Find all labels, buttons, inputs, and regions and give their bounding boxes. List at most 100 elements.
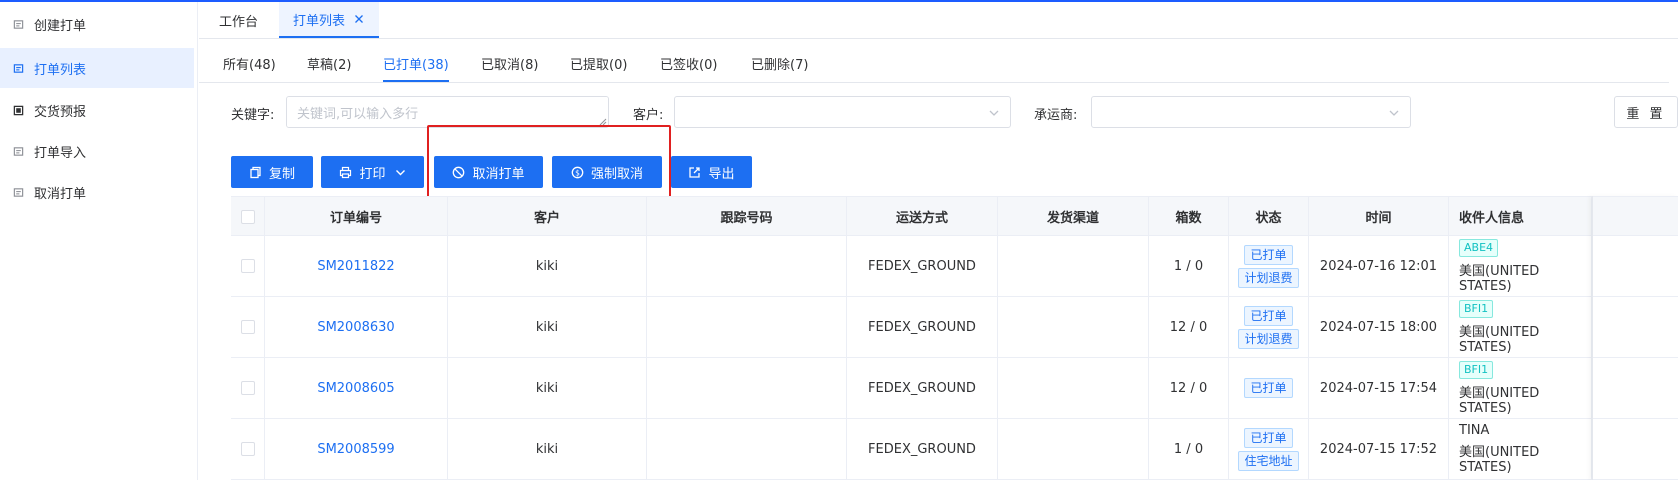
status-badge: 住宅地址 — [1238, 450, 1299, 471]
recipient-cell: ABE4 美国(UNITED STATES) — [1449, 236, 1592, 296]
document-icon — [12, 62, 24, 74]
carrier-label: 承运商: — [1034, 108, 1078, 123]
status-badge: 已打单 — [1244, 244, 1293, 265]
tab-label: 打单列表 — [293, 13, 346, 29]
tab-cancelled[interactable]: 已取消(8) — [481, 54, 538, 82]
recipient-country: 美国(UNITED STATES) — [1459, 445, 1540, 475]
column-header: 运送方式 — [847, 197, 998, 236]
column-header: 状态 — [1229, 197, 1309, 236]
boxes-cell: 1 / 0 — [1149, 419, 1229, 479]
order-number-link[interactable]: SM2008630 — [317, 320, 394, 335]
tracking-cell — [647, 297, 847, 357]
dollar-circle-icon: $ — [571, 166, 584, 178]
print-button[interactable]: 打印 — [321, 156, 424, 188]
sidebar-item-label: 打单导入 — [34, 145, 87, 161]
time-cell: 2024-07-15 18:00 — [1309, 297, 1449, 357]
recipient-country: 美国(UNITED STATES) — [1459, 263, 1540, 294]
status-cell: 已打单 — [1229, 358, 1309, 418]
row-checkbox[interactable] — [240, 381, 255, 395]
recipient-country: 美国(UNITED STATES) — [1459, 324, 1540, 355]
status-cell: 已打单 住宅地址 — [1229, 419, 1309, 479]
row-checkbox-cell — [231, 236, 265, 296]
cancel-print-button[interactable]: 取消打单 — [434, 156, 543, 188]
warehouse-code-badge: BFI1 — [1459, 299, 1494, 318]
row-checkbox-cell — [231, 419, 265, 479]
boxes-cell: 1 / 0 — [1149, 236, 1229, 296]
recipient-cell: TINA 美国(UNITED STATES) — [1449, 419, 1592, 479]
order-number-link[interactable]: SM2008599 — [317, 442, 394, 457]
copy-label: 复制 — [268, 166, 295, 182]
time-cell: 2024-07-16 12:01 — [1309, 236, 1449, 296]
row-checkbox[interactable] — [240, 259, 255, 273]
order-number-cell: SM2008605 — [265, 358, 448, 418]
reset-button[interactable]: 重 置 — [1614, 96, 1678, 128]
sidebar-item-cancel-order[interactable]: 取消打单 — [0, 172, 194, 212]
print-label: 打印 — [359, 166, 386, 182]
chevron-down-icon — [395, 169, 405, 175]
order-number-cell: SM2011822 — [265, 236, 448, 296]
document-icon — [12, 18, 24, 30]
column-header: 订单编号 — [265, 197, 448, 236]
document-icon — [12, 186, 24, 198]
orders-table: 订单编号 客户 跟踪号码 运送方式 发货渠道 箱数 状态 时间 收件人信息 SM… — [231, 196, 1678, 480]
table-row[interactable]: SM2011822 kiki FEDEX_GROUND 1 / 0 已打单 计划退… — [231, 236, 1678, 297]
carrier-select[interactable] — [1091, 96, 1411, 128]
copy-icon — [250, 166, 261, 178]
time-cell: 2024-07-15 17:54 — [1309, 358, 1449, 418]
tracking-cell — [647, 358, 847, 418]
tab-draft[interactable]: 草稿(2) — [307, 54, 351, 82]
boxes-cell: 12 / 0 — [1149, 297, 1229, 357]
table-row[interactable]: SM2008599 kiki FEDEX_GROUND 1 / 0 已打单 住宅地… — [231, 419, 1678, 480]
sidebar-item-label: 打单列表 — [34, 62, 87, 78]
select-all-checkbox[interactable] — [240, 209, 255, 224]
export-button[interactable]: 导出 — [671, 156, 752, 188]
chevron-down-icon — [1389, 110, 1399, 116]
order-number-cell: SM2008599 — [265, 419, 448, 479]
form-icon — [12, 104, 24, 116]
tab-workbench[interactable]: 工作台 — [205, 2, 272, 38]
time-cell: 2024-07-15 17:52 — [1309, 419, 1449, 479]
row-checkbox[interactable] — [240, 442, 255, 456]
sidebar-item-delivery-forecast[interactable]: 交货预报 — [0, 90, 194, 130]
tab-extracted[interactable]: 已提取(0) — [570, 54, 627, 82]
tracking-cell — [647, 236, 847, 296]
sidebar-item-order-import[interactable]: 打单导入 — [0, 131, 194, 171]
tab-signed[interactable]: 已签收(0) — [660, 54, 717, 82]
svg-text:$: $ — [575, 168, 580, 177]
customer-select[interactable] — [674, 96, 1011, 128]
tracking-cell — [647, 419, 847, 479]
sidebar-item-label: 创建打单 — [34, 18, 87, 34]
tab-all[interactable]: 所有(48) — [223, 54, 276, 82]
printer-icon — [340, 166, 352, 178]
status-cell: 已打单 计划退费 — [1229, 236, 1309, 296]
customer-cell: kiki — [448, 236, 647, 296]
tab-deleted[interactable]: 已删除(7) — [751, 54, 808, 82]
customer-label: 客户: — [633, 108, 664, 123]
column-header: 箱数 — [1149, 197, 1229, 236]
resize-handle-icon[interactable] — [599, 118, 607, 126]
row-checkbox-cell — [231, 297, 265, 357]
channel-cell — [998, 297, 1149, 357]
warehouse-code-badge: BFI1 — [1459, 360, 1494, 379]
column-header: 跟踪号码 — [647, 197, 847, 236]
force-cancel-label: 强制取消 — [590, 166, 643, 182]
cancel-print-label: 取消打单 — [472, 166, 525, 182]
table-row[interactable]: SM2008605 kiki FEDEX_GROUND 12 / 0 已打单 2… — [231, 358, 1678, 419]
keyword-input[interactable] — [286, 96, 609, 128]
tab-printed[interactable]: 已打单(38) — [383, 54, 449, 82]
order-number-link[interactable]: SM2008605 — [317, 381, 394, 396]
close-icon[interactable] — [353, 13, 365, 25]
copy-button[interactable]: 复制 — [231, 156, 313, 188]
column-header: 客户 — [448, 197, 647, 236]
table-header: 订单编号 客户 跟踪号码 运送方式 发货渠道 箱数 状态 时间 收件人信息 — [231, 196, 1678, 236]
status-badge: 计划退费 — [1238, 267, 1299, 288]
table-row[interactable]: SM2008630 kiki FEDEX_GROUND 12 / 0 已打单 计划… — [231, 297, 1678, 358]
sidebar-item-order-list[interactable]: 打单列表 — [0, 48, 194, 88]
sidebar-item-create-order[interactable]: 创建打单 — [0, 4, 194, 44]
export-label: 导出 — [708, 166, 735, 182]
row-checkbox[interactable] — [240, 320, 255, 334]
order-number-link[interactable]: SM2011822 — [317, 259, 394, 274]
channel-cell — [998, 419, 1149, 479]
tab-order-list[interactable]: 打单列表 — [279, 2, 380, 38]
force-cancel-button[interactable]: $ 强制取消 — [552, 156, 662, 188]
